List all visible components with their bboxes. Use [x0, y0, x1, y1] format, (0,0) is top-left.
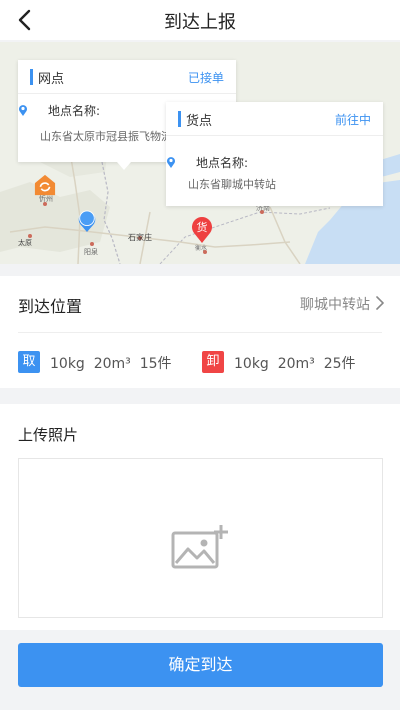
goods-card-status: 前往中: [334, 113, 371, 127]
goods-card-title: 货点: [186, 114, 213, 129]
current-location-marker-icon[interactable]: [76, 208, 98, 234]
branch-card-header: 网点 已接单: [18, 60, 236, 94]
arrival-section: 到达位置 聊城中转站 取 10kg 20m³ 15件 卸 10kg 20m³ 2…: [0, 276, 400, 388]
location-pin-icon: [167, 157, 175, 168]
city-label-yangquan: 阳泉: [84, 248, 98, 256]
app-header: 到达上报: [0, 0, 400, 40]
dropoff-badge: 卸: [202, 351, 224, 373]
goods-card-accent-bar: [178, 111, 181, 127]
goods-info-card[interactable]: 货点 前往中 地点名称: 山东省聊城中转站: [166, 102, 383, 206]
dropoff-count: 25件: [323, 356, 356, 372]
city-label-taiyuan: 太原: [18, 239, 32, 247]
branch-address-label: 地点名称:: [48, 104, 101, 118]
branch-address: 山东省太原市冠县振飞物流: [40, 130, 172, 143]
pickup-count: 15件: [139, 356, 172, 372]
goods-address: 山东省聊城中转站: [188, 178, 276, 191]
location-pin-icon: [19, 105, 27, 116]
upload-photo-title: 上传照片: [18, 426, 79, 444]
confirm-arrival-button[interactable]: 确定到达: [18, 643, 383, 687]
map-view[interactable]: 忻州 太原 阳泉 石家庄 衡水 济南 货 网点 已接单 地点名称: 山东省太原市…: [0, 42, 400, 264]
page-title: 到达上报: [164, 12, 236, 33]
branch-card-pointer: [117, 162, 131, 170]
pickup-weight: 10kg: [50, 356, 85, 372]
dropoff-volume: 20m³: [277, 356, 315, 372]
city-label-hengshui: 衡水: [195, 245, 208, 252]
branch-card-accent-bar: [30, 69, 33, 85]
branch-card-title: 网点: [38, 72, 65, 87]
branch-card-status: 已接单: [187, 71, 224, 85]
dropoff-weight: 10kg: [234, 356, 269, 372]
upload-photo-section: 上传照片: [0, 404, 400, 630]
pickup-badge: 取: [18, 351, 40, 373]
chevron-right-icon[interactable]: [374, 295, 386, 311]
upload-photo-area[interactable]: [18, 458, 383, 618]
dropoff-stats: 10kg 20m³ 25件: [234, 353, 356, 373]
pickup-volume: 20m³: [93, 356, 131, 372]
add-photo-icon: [171, 525, 228, 569]
goods-marker[interactable]: 货: [191, 216, 213, 244]
divider: [18, 332, 382, 333]
arrival-location-value[interactable]: 聊城中转站: [300, 294, 370, 314]
branch-marker-icon[interactable]: [34, 174, 56, 196]
goods-card-header: 货点 前往中: [166, 102, 383, 136]
goods-address-label: 地点名称:: [196, 156, 249, 170]
arrival-location-label: 到达位置: [18, 297, 83, 316]
goods-marker-label: 货: [196, 221, 208, 234]
pickup-stats: 10kg 20m³ 15件: [50, 353, 172, 373]
city-label-shijiazhuang: 石家庄: [128, 233, 152, 242]
